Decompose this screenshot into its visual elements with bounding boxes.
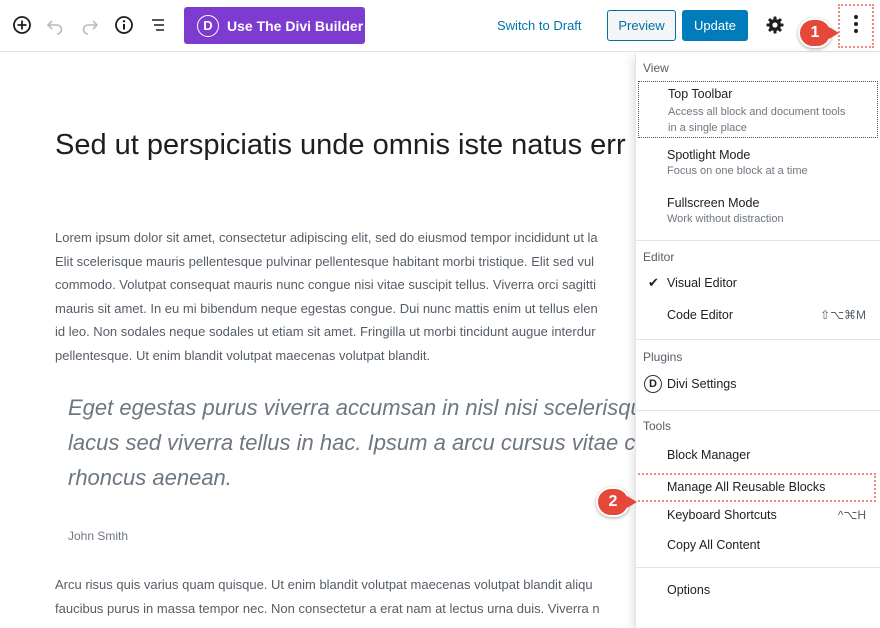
menu-item-label: Block Manager [667, 448, 751, 462]
menu-item-label: Fullscreen Mode [667, 196, 760, 210]
menu-item-label: Copy All Content [667, 538, 761, 552]
paragraph-block[interactable]: Lorem ipsum dolor sit amet, consectetur … [55, 226, 636, 367]
use-divi-builder-button[interactable]: D Use The Divi Builder [184, 7, 365, 44]
checkmark-icon: ✔ [648, 275, 659, 290]
add-block-icon[interactable] [10, 13, 34, 37]
menu-item-description: Access all block and document tools [668, 106, 846, 118]
step-badge-2: 2 [596, 487, 637, 517]
post-content-area: Sed ut perspiciatis unde omnis iste natu… [0, 53, 636, 628]
menu-item-label: Manage All Reusable Blocks [667, 480, 826, 494]
menu-item-code-editor[interactable]: Code Editor ⇧⌥⌘M [636, 305, 880, 339]
quote-line: Eget egestas purus viverra accumsan in n… [68, 395, 636, 420]
quote-line: rhoncus aenean. [68, 465, 232, 490]
quote-citation[interactable]: John Smith [68, 529, 128, 543]
divi-logo-icon: D [644, 375, 662, 393]
divi-logo-icon: D [197, 14, 219, 37]
update-button[interactable]: Update [682, 10, 748, 41]
menu-item-divi-settings[interactable]: D Divi Settings [636, 374, 880, 410]
paragraph-line: pellentesque. Ut enim blandit volutpat m… [55, 347, 431, 363]
step-badge-1: 1 [798, 18, 839, 48]
menu-item-top-toolbar[interactable]: Top Toolbar Access all block and documen… [638, 81, 878, 138]
preview-button[interactable]: Preview [607, 10, 676, 41]
block-navigation-icon[interactable] [146, 13, 170, 37]
keyboard-shortcut: ^⌥H [837, 508, 866, 522]
menu-item-label: Visual Editor [667, 276, 737, 290]
menu-section-plugins: Plugins D Divi Settings [636, 340, 880, 411]
menu-section-view: View Top Toolbar Access all block and do… [636, 53, 880, 241]
menu-heading-plugins: Plugins [643, 350, 683, 364]
keyboard-shortcut: ⇧⌥⌘M [820, 308, 866, 322]
menu-item-fullscreen-mode[interactable]: Fullscreen Mode Work without distraction [636, 186, 880, 240]
menu-item-label: Spotlight Mode [667, 148, 751, 162]
paragraph-line: faucibus purus in massa tempor nec. Non … [55, 600, 600, 616]
menu-item-keyboard-shortcuts[interactable]: Keyboard Shortcuts ^⌥H [636, 502, 880, 533]
paragraph-line: Elit scelerisque mauris pellentesque pul… [55, 253, 595, 269]
menu-item-label: Keyboard Shortcuts [667, 508, 777, 522]
divi-button-label: Use The Divi Builder [227, 17, 364, 34]
menu-heading-editor: Editor [643, 250, 675, 264]
paragraph-line: Arcu risus quis varius quam quisque. Ut … [55, 577, 593, 592]
paragraph-line: Lorem ipsum dolor sit amet, consectetur … [55, 230, 598, 245]
info-icon[interactable] [112, 13, 136, 37]
menu-heading-tools: Tools [643, 419, 672, 433]
vertical-ellipsis-icon [853, 14, 859, 39]
redo-icon[interactable] [78, 13, 102, 37]
menu-item-description: Focus on one block at a time [667, 165, 808, 177]
quote-line: lacus sed viverra tellus in hac. Ipsum a… [68, 430, 636, 455]
post-title-overflow-line [55, 181, 175, 187]
more-tools-options-button[interactable] [838, 4, 874, 48]
editor-toolbar: D Use The Divi Builder Switch to Draft P… [0, 0, 880, 52]
menu-item-options[interactable]: Options [636, 568, 880, 608]
menu-section-tools: Tools Block Manager Manage All Reusable … [636, 411, 880, 568]
switch-to-draft-link[interactable]: Switch to Draft [497, 18, 582, 33]
undo-icon[interactable] [43, 13, 67, 37]
paragraph-block[interactable]: Arcu risus quis varius quam quisque. Ut … [55, 573, 636, 620]
menu-heading-view: View [643, 61, 669, 75]
quote-block[interactable]: Eget egestas purus viverra accumsan in n… [68, 390, 636, 495]
menu-item-manage-reusable-blocks[interactable]: Manage All Reusable Blocks [636, 473, 876, 502]
menu-item-label: Code Editor [667, 308, 734, 322]
settings-gear-icon[interactable] [763, 13, 787, 37]
paragraph-line: mauris sit amet. In eu mi bibendum neque… [55, 300, 598, 316]
menu-item-description: in a single place [668, 122, 747, 134]
menu-item-description: Work without distraction [667, 213, 784, 225]
menu-item-spotlight-mode[interactable]: Spotlight Mode Focus on one block at a t… [636, 138, 880, 186]
more-tools-menu: View Top Toolbar Access all block and do… [635, 53, 880, 628]
post-title[interactable]: Sed ut perspiciatis unde omnis iste natu… [55, 129, 626, 162]
paragraph-line: id leo. Non sodales neque sodales ut eti… [55, 324, 596, 339]
menu-item-visual-editor[interactable]: ✔ Visual Editor [636, 273, 880, 305]
menu-section-editor: Editor ✔ Visual Editor Code Editor ⇧⌥⌘M [636, 241, 880, 340]
menu-item-label: Divi Settings [667, 377, 737, 391]
paragraph-line: commodo. Volutpat consequat mauris nunc … [55, 277, 596, 292]
menu-item-copy-all-content[interactable]: Copy All Content [636, 533, 880, 567]
menu-item-label: Top Toolbar [668, 87, 733, 101]
menu-item-block-manager[interactable]: Block Manager [636, 445, 880, 473]
menu-item-label: Options [667, 583, 711, 597]
